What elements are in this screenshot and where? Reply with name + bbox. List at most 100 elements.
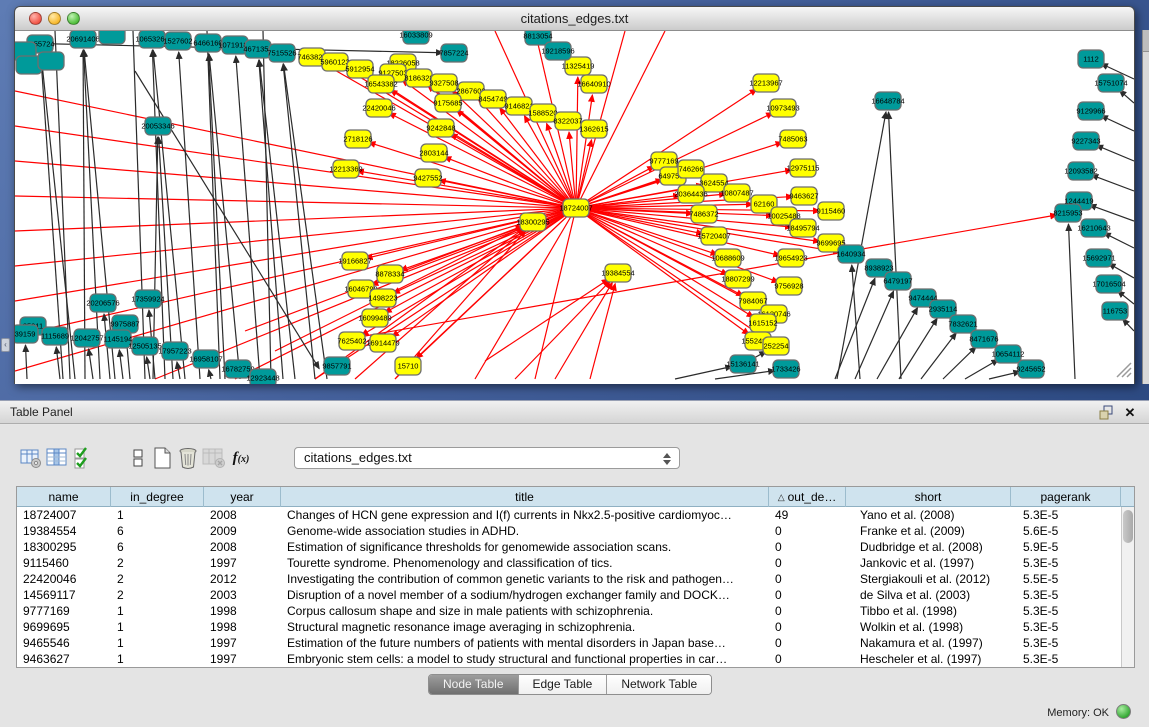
graph-node[interactable]: 8322037 [553, 112, 582, 130]
background-window-edge[interactable] [1142, 30, 1149, 384]
graph-node[interactable]: 15751074 [1094, 74, 1127, 92]
column-header-name[interactable]: name [17, 487, 111, 507]
graph-node[interactable]: 19654923 [774, 249, 807, 267]
scrollbar-thumb[interactable] [1123, 510, 1133, 543]
graph-node[interactable]: 7625402 [337, 332, 366, 350]
memory-status-icon[interactable] [1116, 704, 1131, 719]
graph-node[interactable]: 1115689 [41, 327, 69, 345]
graph-node[interactable]: 7857224 [439, 44, 468, 62]
new-column-icon[interactable] [149, 445, 175, 471]
graph-node[interactable]: 10688609 [711, 249, 744, 267]
graph-node[interactable]: 9245652 [1016, 360, 1045, 378]
close-window-icon[interactable] [29, 12, 42, 25]
graph-node[interactable]: 20206576 [86, 294, 119, 312]
table-row[interactable]: 946554611997Estimation of the future num… [17, 635, 1134, 651]
graph-node[interactable]: 15692971 [1082, 249, 1115, 267]
graph-node[interactable]: 1615152 [748, 314, 777, 332]
graph-node[interactable]: 7486372 [689, 205, 718, 223]
table-row[interactable]: 977716911998Corpus callosum shape and si… [17, 603, 1134, 619]
graph-node[interactable]: 20364436 [674, 185, 707, 203]
column-header-year[interactable]: year [204, 487, 281, 507]
graph-node[interactable]: 7515526 [267, 44, 296, 62]
graph-node[interactable]: 12923448 [246, 369, 279, 384]
graph-node[interactable]: 9463627 [789, 187, 818, 205]
graph-node[interactable]: 12505135 [128, 337, 161, 355]
column-header-pagerank[interactable]: pagerank [1011, 487, 1121, 507]
graph-node[interactable]: 9427552 [413, 169, 442, 187]
table-row[interactable]: 1456911722003Disruption of a novel membe… [17, 587, 1134, 603]
graph-node[interactable]: 16914479 [366, 334, 399, 352]
graph-node[interactable]: 12213369 [329, 160, 362, 178]
graph-node[interactable]: 12093582 [1064, 162, 1097, 180]
graph-node[interactable]: 9227343 [1071, 132, 1100, 150]
network-window[interactable]: citations_edges.txt 18724007 18300295 1938… [14, 6, 1135, 384]
graph-node[interactable]: 8454749 [478, 90, 507, 108]
graph-node[interactable]: 16210643 [1077, 219, 1110, 237]
graph-node[interactable]: 20053346 [141, 117, 174, 135]
graph-node[interactable]: 252254 [763, 337, 789, 355]
graph-node[interactable]: 7485063 [778, 130, 807, 148]
graph-node[interactable]: 8215953 [1053, 204, 1082, 222]
graph-node[interactable]: 9242848 [426, 119, 455, 137]
graph-node[interactable]: 17359924 [131, 290, 164, 308]
graph-node[interactable]: 1527602 [163, 32, 192, 50]
table-row[interactable]: 969969511998Structural magnetic resonanc… [17, 619, 1134, 635]
graph-node[interactable]: 18495794 [786, 219, 819, 237]
delete-column-icon[interactable] [175, 445, 201, 471]
graph-node[interactable]: 20691406 [66, 31, 99, 48]
graph-node[interactable]: 9327508 [429, 74, 458, 92]
graph-node[interactable]: 1733426 [771, 360, 800, 378]
graph-node[interactable]: 9756928 [774, 277, 803, 295]
table-scrollbar[interactable] [1121, 507, 1134, 667]
float-panel-icon[interactable] [1097, 405, 1115, 421]
graph-node[interactable]: 15136141 [726, 355, 759, 373]
graph-node[interactable]: 1112 [1078, 50, 1104, 68]
table-row[interactable]: 1872400712008Changes of HCN gene express… [17, 507, 1134, 523]
graph-node[interactable]: 16648784 [871, 92, 904, 110]
network-window-titlebar[interactable]: citations_edges.txt [15, 7, 1134, 31]
column-header-short[interactable]: short [846, 487, 1011, 507]
graph-node[interactable]: 2803144 [419, 144, 448, 162]
network-nodes[interactable]: 1872400718300295193845547463822596012359… [15, 31, 1128, 384]
graph-node[interactable]: 17957223 [158, 342, 191, 360]
table-mode-icon[interactable] [18, 445, 44, 471]
tab-node-table[interactable]: Node Table [429, 675, 519, 694]
close-panel-icon[interactable]: ✕ [1121, 405, 1139, 421]
tab-edge-table[interactable]: Edge Table [519, 675, 608, 694]
graph-node[interactable]: 16033809 [399, 31, 432, 44]
graph-node[interactable]: 18807299 [721, 270, 754, 288]
table-selector-combo[interactable]: citations_edges.txt [294, 447, 680, 469]
column-header-in-degree[interactable]: in_degree [111, 487, 204, 507]
graph-node[interactable]: 116753 [1102, 302, 1128, 320]
delete-table-icon[interactable] [201, 445, 227, 471]
tab-network-table[interactable]: Network Table [607, 675, 711, 694]
network-graph[interactable]: 1872400718300295193845547463822596012359… [15, 31, 1134, 384]
graph-node[interactable]: 2718126 [343, 130, 372, 148]
graph-node[interactable]: 18724007 [559, 199, 592, 217]
minimize-window-icon[interactable] [48, 12, 61, 25]
graph-node[interactable]: 10654112 [992, 345, 1025, 363]
graph-node[interactable]: 12042757 [70, 329, 103, 347]
graph-node[interactable]: 16958107 [189, 350, 222, 368]
graph-node[interactable]: 12975115 [787, 159, 820, 177]
network-canvas[interactable]: 1872400718300295193845547463822596012359… [15, 31, 1134, 384]
graph-node[interactable]: 19384554 [601, 264, 634, 282]
column-header-title[interactable]: title [281, 487, 769, 507]
graph-node[interactable]: 8878334 [375, 265, 404, 283]
graph-node[interactable]: 1498223 [368, 289, 397, 307]
graph-node[interactable]: 8471676 [969, 330, 998, 348]
table-row[interactable]: 1830029562008Estimation of significance … [17, 539, 1134, 555]
table-row[interactable]: 2242004622012Investigating the contribut… [17, 571, 1134, 587]
resize-grip-icon[interactable] [1117, 363, 1131, 377]
graph-node[interactable]: 9115460 [817, 202, 846, 220]
graph-node[interactable]: 15720407 [697, 227, 730, 245]
collapse-panel-handle[interactable]: ‹ [1, 338, 10, 352]
graph-node[interactable]: 18300295 [516, 213, 549, 231]
graph-node[interactable]: 9175685 [433, 94, 462, 112]
zoom-window-icon[interactable] [67, 12, 80, 25]
graph-node[interactable]: 746266 [678, 160, 704, 178]
graph-node[interactable]: 10973493 [766, 99, 799, 117]
graph-node[interactable]: 9129966 [1076, 102, 1105, 120]
function-builder-icon[interactable]: f(x) [228, 445, 254, 471]
graph-node[interactable]: 1640934 [836, 245, 865, 263]
